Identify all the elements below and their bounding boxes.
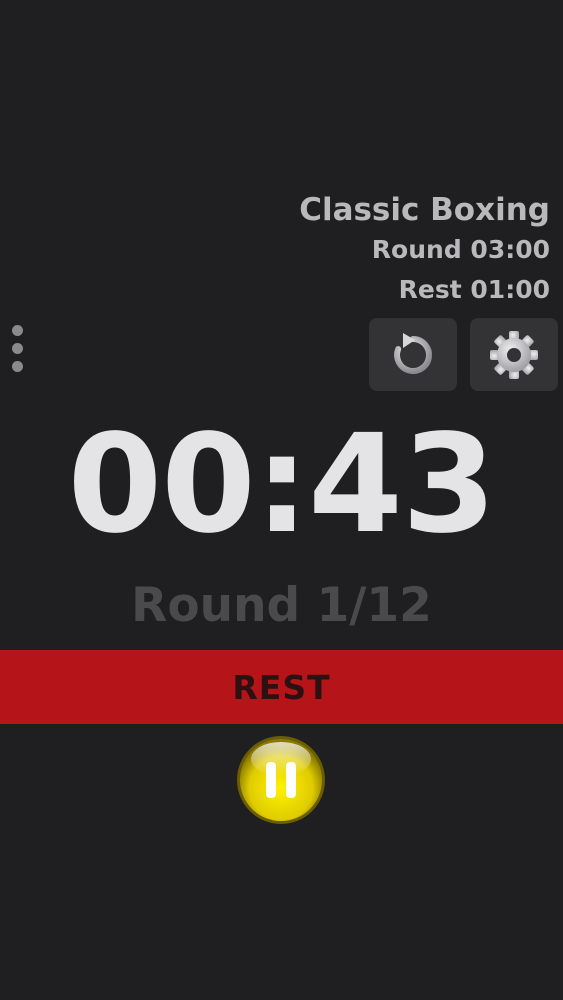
- reset-button[interactable]: [369, 318, 457, 391]
- phase-banner: REST: [0, 650, 563, 724]
- reset-icon: [394, 332, 433, 374]
- preset-info: Classic Boxing Round 03:00 Rest 01:00: [299, 190, 550, 310]
- menu-dot: [12, 361, 23, 372]
- round-duration: Round 03:00: [371, 235, 550, 264]
- pause-button[interactable]: [236, 735, 326, 825]
- menu-dot: [12, 343, 23, 354]
- pause-icon: [237, 736, 325, 824]
- menu-dot: [12, 325, 23, 336]
- timer-display: 00:43: [67, 406, 497, 564]
- settings-button[interactable]: [470, 318, 558, 391]
- rest-duration: Rest 01:00: [398, 275, 550, 304]
- more-vertical-icon[interactable]: [9, 322, 27, 374]
- gear-icon: [490, 330, 538, 379]
- phase-label: REST: [232, 667, 331, 707]
- preset-title: Classic Boxing: [299, 192, 550, 228]
- round-counter: Round 1/12: [131, 578, 432, 633]
